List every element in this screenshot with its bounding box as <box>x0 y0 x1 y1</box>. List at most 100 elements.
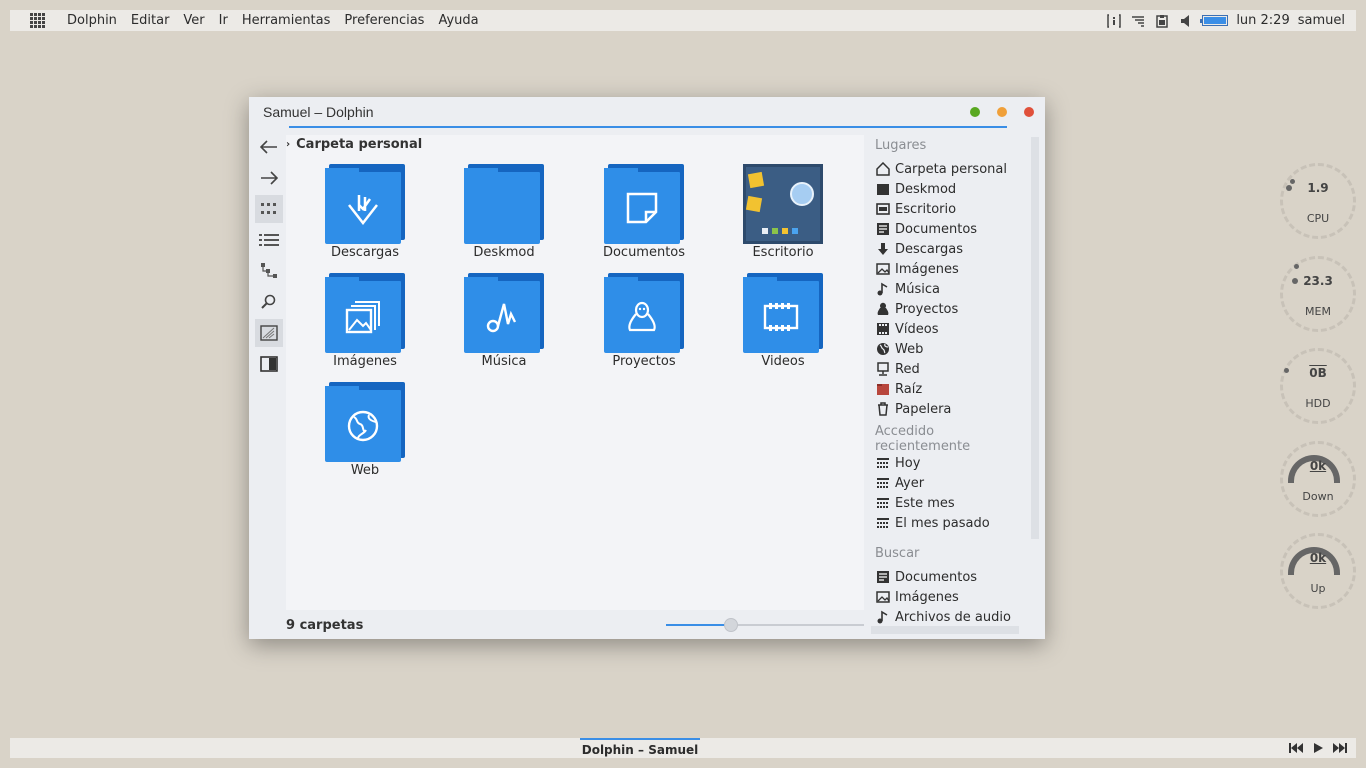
system-tray: lun 2:29 samuel <box>1106 13 1345 29</box>
image-icon <box>875 261 891 277</box>
place-label: Archivos de audio <box>895 609 1011 625</box>
icons-view-button[interactable] <box>255 195 283 223</box>
folder-icon <box>325 164 405 244</box>
places-horizontal-scrollbar[interactable] <box>871 626 1019 634</box>
zoom-slider[interactable] <box>666 618 864 632</box>
hdd-gauge: 0B HDD <box>1280 348 1356 424</box>
place-item[interactable]: Documentos <box>871 567 1021 587</box>
desktop-icon <box>875 201 891 217</box>
place-label: Proyectos <box>895 301 959 317</box>
menu-ver[interactable]: Ver <box>176 13 211 28</box>
preview-button[interactable] <box>255 319 283 347</box>
menu-editar[interactable]: Editar <box>124 13 177 28</box>
place-item[interactable]: Descargas <box>871 239 1021 259</box>
search-button[interactable] <box>255 288 283 316</box>
music-icon <box>486 303 517 333</box>
home-icon <box>875 161 891 177</box>
details-view-button[interactable] <box>255 226 283 254</box>
folder-item[interactable]: Imágenes <box>305 273 425 369</box>
panel-button[interactable] <box>255 350 283 378</box>
folder-item[interactable]: Deskmod <box>444 164 564 260</box>
folder-icon <box>464 164 544 244</box>
notifications-icon[interactable] <box>1130 13 1146 29</box>
folder-label: Música <box>481 354 527 369</box>
zoom-slider-handle[interactable] <box>724 618 739 632</box>
place-item[interactable]: Web <box>871 339 1021 359</box>
gauge-label: Up <box>1310 582 1326 595</box>
folder-item[interactable]: Descargas <box>305 164 425 260</box>
maximize-button[interactable] <box>997 107 1007 117</box>
forward-button[interactable] <box>255 164 283 192</box>
info-icon[interactable] <box>1106 13 1122 29</box>
back-button[interactable] <box>255 133 283 161</box>
minimize-button[interactable] <box>970 107 980 117</box>
folder-label: Web <box>350 463 380 478</box>
folder-icon <box>325 273 405 353</box>
folder-item[interactable]: Proyectos <box>584 273 704 369</box>
clipboard-icon[interactable] <box>1154 13 1170 29</box>
panel-icon <box>260 356 278 372</box>
place-label: Ayer <box>895 475 925 491</box>
place-item[interactable]: Hoy <box>871 453 1021 473</box>
place-item[interactable]: Proyectos <box>871 299 1021 319</box>
folder-label: Deskmod <box>473 245 535 260</box>
place-item[interactable]: El mes pasado <box>871 513 1021 533</box>
calendar-icon <box>875 495 891 511</box>
breadcrumb[interactable]: › Carpeta personal <box>286 135 422 153</box>
menu-dolphin[interactable]: Dolphin <box>60 13 124 28</box>
clock[interactable]: lun 2:29 <box>1236 13 1289 28</box>
place-item[interactable]: Carpeta personal <box>871 159 1021 179</box>
place-item[interactable]: Deskmod <box>871 179 1021 199</box>
folder-label: Imágenes <box>333 354 397 369</box>
volume-icon[interactable] <box>1178 13 1194 29</box>
place-item[interactable]: Vídeos <box>871 319 1021 339</box>
title-bar[interactable]: Samuel – Dolphin <box>249 97 1045 128</box>
folder-item[interactable]: Web <box>305 382 425 478</box>
folder-icon <box>743 273 823 353</box>
place-item[interactable]: Imágenes <box>871 259 1021 279</box>
place-item[interactable]: Imágenes <box>871 587 1021 607</box>
play-icon[interactable] <box>1310 740 1326 756</box>
folder-label: Proyectos <box>612 354 676 369</box>
gauge-label: Down <box>1302 490 1334 503</box>
place-item[interactable]: Música <box>871 279 1021 299</box>
menubar: Dolphin Editar Ver Ir Herramientas Prefe… <box>60 13 486 28</box>
place-item[interactable]: Papelera <box>871 399 1021 419</box>
folder-item[interactable]: Música <box>444 273 564 369</box>
breadcrumb-item[interactable]: Carpeta personal <box>296 137 422 152</box>
gauge-value: 1.9 <box>1307 181 1329 195</box>
places-panel: Lugares Carpeta personal Deskmod Escrito… <box>871 135 1021 635</box>
app-launcher-icon[interactable] <box>30 10 52 31</box>
next-icon[interactable] <box>1332 740 1348 756</box>
tux-icon <box>628 301 656 332</box>
globe-icon <box>875 341 891 357</box>
battery-icon[interactable] <box>1200 15 1229 26</box>
folder-item[interactable]: Escritorio <box>723 164 843 260</box>
desktop-icon <box>743 164 823 244</box>
taskbar-item[interactable]: Dolphin – Samuel <box>580 738 700 758</box>
place-item[interactable]: Ayer <box>871 473 1021 493</box>
folder-item[interactable]: Documentos <box>584 164 704 260</box>
previous-icon[interactable] <box>1288 740 1304 756</box>
place-item[interactable]: Este mes <box>871 493 1021 513</box>
file-view[interactable]: › Carpeta personal Descargas Deskmod Doc… <box>286 135 864 610</box>
gauge-value: 0B <box>1309 366 1327 380</box>
place-item[interactable]: Documentos <box>871 219 1021 239</box>
user-name[interactable]: samuel <box>1298 13 1345 28</box>
place-item[interactable]: Archivos de audio <box>871 607 1021 627</box>
close-button[interactable] <box>1024 107 1034 117</box>
menu-preferencias[interactable]: Preferencias <box>337 13 431 28</box>
menu-ir[interactable]: Ir <box>212 13 235 28</box>
menu-herramientas[interactable]: Herramientas <box>235 13 338 28</box>
place-item[interactable]: Escritorio <box>871 199 1021 219</box>
place-item[interactable]: Raíz <box>871 379 1021 399</box>
menu-ayuda[interactable]: Ayuda <box>431 13 485 28</box>
calendar-icon <box>875 515 891 531</box>
place-item[interactable]: Red <box>871 359 1021 379</box>
folder-item[interactable]: Videos <box>723 273 843 369</box>
document-icon <box>875 221 891 237</box>
tree-view-icon <box>261 263 277 278</box>
tree-view-button[interactable] <box>255 257 283 285</box>
places-scrollbar[interactable] <box>1031 137 1039 539</box>
section-header-buscar: Buscar <box>875 545 920 561</box>
